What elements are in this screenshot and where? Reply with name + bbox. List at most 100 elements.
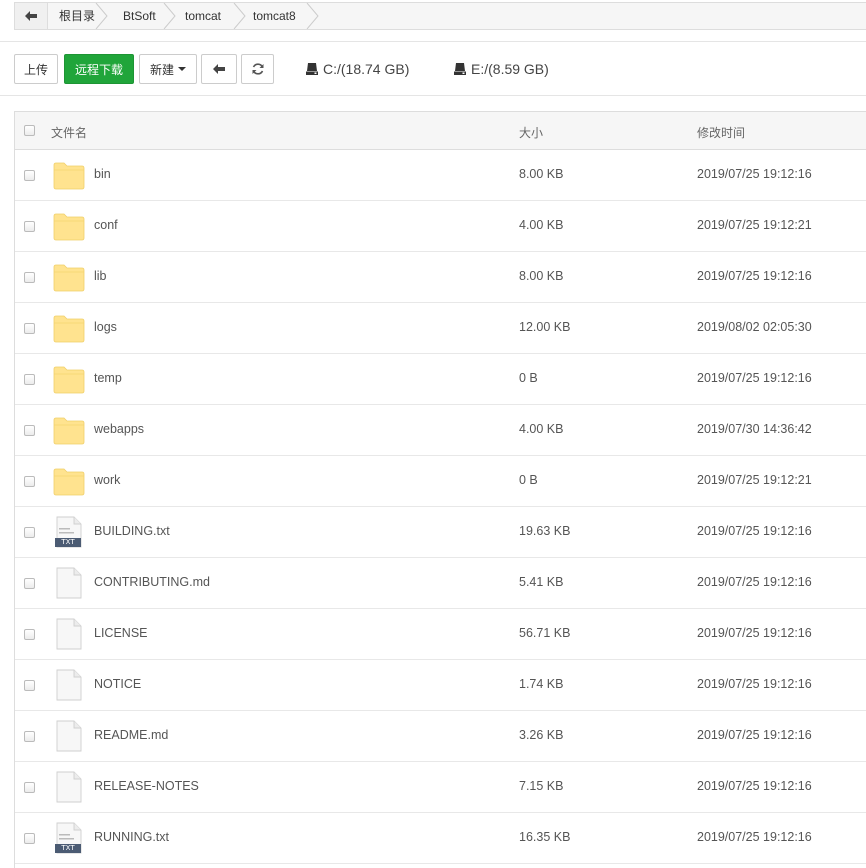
remote-download-button[interactable]: 远程下载: [64, 54, 134, 84]
row-checkbox[interactable]: [24, 221, 35, 232]
disk-c-link[interactable]: C:/(18.74 GB): [305, 60, 409, 78]
toolbar-bottom-divider: [0, 95, 866, 96]
table-row[interactable]: RELEASE-NOTES 7.15 KB 2019/07/25 19:12:16: [15, 762, 866, 813]
file-name-link[interactable]: logs: [94, 320, 117, 334]
row-checkbox[interactable]: [24, 425, 35, 436]
row-checkbox[interactable]: [24, 323, 35, 334]
row-checkbox[interactable]: [24, 833, 35, 844]
select-all-checkbox[interactable]: [24, 125, 35, 136]
breadcrumb-item[interactable]: tomcat8: [253, 3, 296, 29]
refresh-button[interactable]: [241, 54, 274, 84]
file-name-link[interactable]: conf: [94, 218, 118, 232]
file-mtime: 2019/07/25 19:12:21: [697, 218, 812, 232]
folder-icon: [52, 312, 86, 344]
row-checkbox[interactable]: [24, 272, 35, 283]
breadcrumb-separator-icon: [306, 3, 319, 29]
breadcrumb-item[interactable]: tomcat: [185, 3, 221, 29]
file-mtime: 2019/08/02 02:05:30: [697, 320, 812, 334]
file-name-link[interactable]: RUNNING.txt: [94, 830, 169, 844]
file-name-link[interactable]: webapps: [94, 422, 144, 436]
table-row[interactable]: webapps 4.00 KB 2019/07/30 14:36:42: [15, 405, 866, 456]
file-mtime: 2019/07/30 14:36:42: [697, 422, 812, 436]
file-mtime: 2019/07/25 19:12:16: [697, 779, 812, 793]
file-name-link[interactable]: BUILDING.txt: [94, 524, 170, 538]
table-row[interactable]: TXT RUNNING.txt 16.35 KB 2019/07/25 19:12:1…: [15, 813, 866, 864]
file-size: 7.15 KB: [519, 779, 564, 793]
file-mtime: 2019/07/25 19:12:16: [697, 371, 812, 385]
disk-e-label: E:/(8.59 GB): [471, 61, 549, 77]
row-checkbox[interactable]: [24, 170, 35, 181]
breadcrumb-separator-icon: [163, 3, 176, 29]
file-size: 12.00 KB: [519, 320, 571, 334]
table-row[interactable]: logs 12.00 KB 2019/08/02 02:05:30: [15, 303, 866, 354]
table-row[interactable]: TXT BUILDING.txt 19.63 KB 2019/07/25 19:12:…: [15, 507, 866, 558]
breadcrumb-item[interactable]: BtSoft: [123, 3, 156, 29]
file-mtime: 2019/07/25 19:12:16: [697, 269, 812, 283]
table-row[interactable]: LICENSE 56.71 KB 2019/07/25 19:12:16: [15, 609, 866, 660]
new-dropdown-button[interactable]: 新建: [139, 54, 197, 84]
file-icon: [52, 618, 86, 650]
column-header-mtime[interactable]: 修改时间: [697, 124, 745, 141]
toolbar-top-divider: [0, 41, 866, 42]
file-name-link[interactable]: bin: [94, 167, 111, 181]
file-size: 16.35 KB: [519, 830, 571, 844]
file-icon: [52, 669, 86, 701]
table-row[interactable]: conf 4.00 KB 2019/07/25 19:12:21: [15, 201, 866, 252]
column-header-name[interactable]: 文件名: [51, 124, 87, 141]
file-size: 1.74 KB: [519, 677, 564, 691]
row-checkbox[interactable]: [24, 731, 35, 742]
file-mtime: 2019/07/25 19:12:16: [697, 167, 812, 181]
hard-drive-icon: [306, 63, 318, 75]
breadcrumb-item[interactable]: 根目录: [59, 3, 95, 29]
table-row[interactable]: bin 8.00 KB 2019/07/25 19:12:16: [15, 150, 866, 201]
disk-c-label: C:/(18.74 GB): [323, 61, 410, 77]
disk-e-link[interactable]: E:/(8.59 GB): [453, 60, 549, 78]
file-icon: [52, 720, 86, 752]
file-name-link[interactable]: CONTRIBUTING.md: [94, 575, 210, 589]
file-name-link[interactable]: LICENSE: [94, 626, 148, 640]
table-row[interactable]: CONTRIBUTING.md 5.41 KB 2019/07/25 19:12:1…: [15, 558, 866, 609]
table-row[interactable]: temp 0 B 2019/07/25 19:12:16: [15, 354, 866, 405]
folder-icon: [52, 414, 86, 446]
file-mtime: 2019/07/25 19:12:16: [697, 728, 812, 742]
table-row[interactable]: lib 8.00 KB 2019/07/25 19:12:16: [15, 252, 866, 303]
file-mtime: 2019/07/25 19:12:16: [697, 626, 812, 640]
row-checkbox[interactable]: [24, 680, 35, 691]
column-header-size[interactable]: 大小: [519, 124, 543, 141]
file-name-link[interactable]: lib: [94, 269, 107, 283]
txt-file-icon: TXT: [52, 516, 86, 548]
file-size: 4.00 KB: [519, 422, 564, 436]
file-mtime: 2019/07/25 19:12:16: [697, 830, 812, 844]
table-row[interactable]: README.md 3.26 KB 2019/07/25 19:12:16: [15, 711, 866, 762]
back-button[interactable]: [201, 54, 237, 84]
breadcrumb-back-button[interactable]: [15, 3, 48, 29]
file-mtime: 2019/07/25 19:12:16: [697, 677, 812, 691]
file-name-link[interactable]: NOTICE: [94, 677, 141, 691]
file-name-link[interactable]: RELEASE-NOTES: [94, 779, 199, 793]
file-name-link[interactable]: README.md: [94, 728, 168, 742]
file-name-link[interactable]: work: [94, 473, 120, 487]
row-checkbox[interactable]: [24, 782, 35, 793]
caret-down-icon: [178, 67, 186, 71]
file-size: 4.00 KB: [519, 218, 564, 232]
row-checkbox[interactable]: [24, 476, 35, 487]
row-checkbox[interactable]: [24, 374, 35, 385]
file-size: 0 B: [519, 371, 538, 385]
folder-icon: [52, 363, 86, 395]
upload-button[interactable]: 上传: [14, 54, 58, 84]
row-checkbox[interactable]: [24, 578, 35, 589]
file-size: 5.41 KB: [519, 575, 564, 589]
folder-icon: [52, 261, 86, 293]
file-icon: [52, 567, 86, 599]
row-checkbox[interactable]: [24, 629, 35, 640]
folder-icon: [52, 159, 86, 191]
arrow-left-icon: [25, 11, 37, 21]
table-row[interactable]: work 0 B 2019/07/25 19:12:21: [15, 456, 866, 507]
row-checkbox[interactable]: [24, 527, 35, 538]
file-name-link[interactable]: temp: [94, 371, 122, 385]
breadcrumb-separator-icon: [95, 3, 108, 29]
table-row[interactable]: NOTICE 1.74 KB 2019/07/25 19:12:16: [15, 660, 866, 711]
file-size: 8.00 KB: [519, 269, 564, 283]
hard-drive-icon: [454, 63, 466, 75]
refresh-icon: [252, 63, 263, 75]
